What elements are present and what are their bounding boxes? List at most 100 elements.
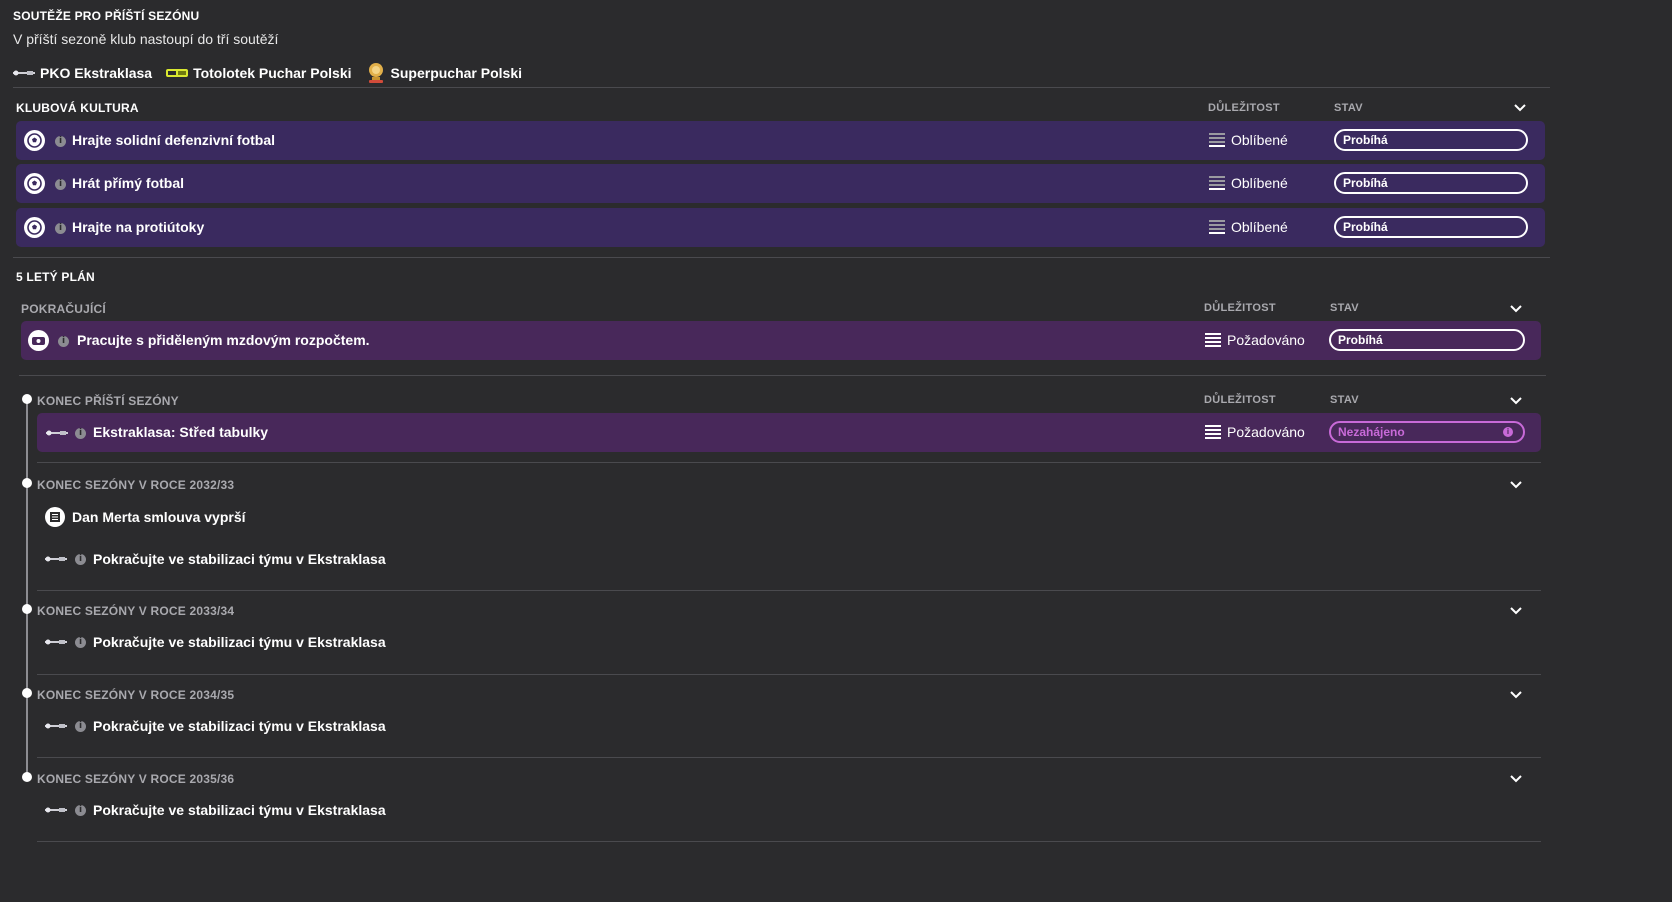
info-icon[interactable]: i — [75, 636, 86, 648]
competition-name: Superpuchar Polski — [390, 65, 522, 81]
ekstraklasa-logo-icon — [45, 556, 67, 562]
status-badge: Probíhá — [1334, 129, 1528, 151]
wage-budget-icon — [28, 330, 49, 351]
next-season-col-importance: DŮLEŽITOST — [1204, 394, 1276, 406]
culture-col-importance: DŮLEŽITOST — [1208, 102, 1280, 114]
culture-row-label: Hrát přímý fotbal — [72, 175, 185, 191]
competition-puchar-polski[interactable]: Totolotek Puchar Polski — [166, 65, 352, 81]
info-icon[interactable]: i — [55, 223, 66, 234]
importance: Požadováno — [1205, 424, 1305, 440]
section-divider — [13, 87, 1550, 88]
competition-ekstraklasa[interactable]: PKO Ekstraklasa — [13, 65, 152, 81]
importance: Požadováno — [1205, 332, 1305, 348]
chevron-down-icon[interactable] — [1508, 476, 1524, 492]
status-badge: Probíhá — [1334, 216, 1528, 238]
timeline-dot — [22, 772, 32, 782]
competitions-subtitle: V příští sezoně klub nastoupí do tří sou… — [13, 31, 279, 47]
ongoing-col-importance: DŮLEŽITOST — [1204, 302, 1276, 314]
importance: Oblíbené — [1209, 132, 1288, 148]
contract-icon — [45, 507, 65, 527]
culture-row-label: Hrajte na protiútoky — [72, 219, 205, 235]
importance-label: Oblíbené — [1231, 132, 1288, 148]
chevron-down-icon[interactable] — [1512, 99, 1528, 115]
section-divider — [37, 462, 1541, 463]
timeline-line — [26, 399, 28, 777]
timeline-dot — [22, 478, 32, 488]
status-badge: Nezahájeno i — [1329, 421, 1525, 443]
section-divider — [37, 674, 1541, 675]
next-season-row-label: Ekstraklasa: Střed tabulky — [93, 424, 269, 440]
importance-bars-icon — [1209, 132, 1225, 148]
season-2034-title: KONEC SEZÓNY V ROCE 2033/34 — [37, 604, 235, 618]
ongoing-title: POKRAČUJÍCÍ — [21, 302, 106, 316]
section-divider — [19, 375, 1546, 376]
importance: Oblíbené — [1209, 219, 1288, 235]
importance-bars-icon — [1209, 219, 1225, 235]
plan-item[interactable]: i Pokračujte ve stabilizaci týmu v Ekstr… — [45, 551, 386, 567]
ekstraklasa-logo-icon — [45, 639, 67, 645]
puchar-polski-logo-icon — [166, 69, 189, 77]
status-badge: Probíhá — [1329, 329, 1525, 351]
plan-item[interactable]: Dan Merta smlouva vyprší — [45, 507, 246, 527]
chevron-down-icon[interactable] — [1508, 392, 1524, 408]
next-season-col-status: STAV — [1330, 394, 1359, 406]
plan-item-label: Dan Merta smlouva vyprší — [72, 509, 246, 525]
football-icon — [24, 217, 45, 238]
importance-label: Požadováno — [1227, 424, 1305, 440]
competition-name: PKO Ekstraklasa — [40, 65, 153, 81]
info-icon[interactable]: i — [58, 336, 69, 347]
info-icon[interactable]: i — [75, 428, 86, 439]
importance-bars-icon — [1205, 424, 1221, 440]
chevron-down-icon[interactable] — [1508, 602, 1524, 618]
football-icon — [24, 130, 45, 151]
info-icon[interactable]: i — [75, 553, 86, 565]
culture-row[interactable]: i Hrát přímý fotbal Oblíbené Probíhá — [16, 164, 1545, 203]
competitions-list: PKO Ekstraklasa Totolotek Puchar Polski … — [13, 62, 522, 84]
importance-label: Oblíbené — [1231, 219, 1288, 235]
plan-item[interactable]: i Pokračujte ve stabilizaci týmu v Ekstr… — [45, 634, 386, 650]
culture-row-label: Hrajte solidní defenzivní fotbal — [72, 132, 276, 148]
ongoing-row-label: Pracujte s přiděleným mzdovým rozpočtem. — [77, 332, 370, 348]
culture-row[interactable]: i Hrajte solidní defenzivní fotbal Oblíb… — [16, 121, 1545, 160]
timeline-dot — [22, 604, 32, 614]
plan-item-label: Pokračujte ve stabilizaci týmu v Ekstrak… — [93, 802, 386, 818]
plan-item[interactable]: i Pokračujte ve stabilizaci týmu v Ekstr… — [45, 718, 386, 734]
section-divider — [13, 257, 1550, 258]
section-divider — [37, 590, 1541, 591]
season-2035-title: KONEC SEZÓNY V ROCE 2034/35 — [37, 688, 235, 702]
culture-col-status: STAV — [1334, 102, 1363, 114]
plan-item-label: Pokračujte ve stabilizaci týmu v Ekstrak… — [93, 551, 386, 567]
info-icon[interactable]: i — [55, 136, 66, 147]
superpuchar-trophy-icon — [368, 63, 383, 83]
competition-superpuchar[interactable]: Superpuchar Polski — [366, 62, 522, 84]
info-icon[interactable]: i — [55, 179, 66, 190]
section-divider — [37, 757, 1541, 758]
plan-item[interactable]: i Pokračujte ve stabilizaci týmu v Ekstr… — [45, 802, 386, 818]
plan-item-label: Pokračujte ve stabilizaci týmu v Ekstrak… — [93, 634, 386, 650]
ekstraklasa-logo-icon — [46, 430, 68, 436]
info-icon[interactable]: i — [75, 804, 86, 816]
plan-item-label: Pokračujte ve stabilizaci týmu v Ekstrak… — [93, 718, 386, 734]
competition-name: Totolotek Puchar Polski — [193, 65, 352, 81]
chevron-down-icon[interactable] — [1508, 300, 1524, 316]
culture-row[interactable]: i Hrajte na protiútoky Oblíbené Probíhá — [16, 208, 1545, 247]
plan-title: 5 LETÝ PLÁN — [16, 270, 95, 284]
ekstraklasa-logo-icon — [45, 723, 67, 729]
next-season-title: KONEC PŘÍŠTÍ SEZÓNY — [37, 394, 179, 408]
status-badge: Probíhá — [1334, 172, 1528, 194]
chevron-down-icon[interactable] — [1508, 770, 1524, 786]
next-season-row[interactable]: i Ekstraklasa: Střed tabulky Požadováno … — [37, 413, 1541, 452]
culture-title: KLUBOVÁ KULTURA — [16, 101, 139, 115]
ongoing-row[interactable]: i Pracujte s přiděleným mzdovým rozpočte… — [21, 321, 1541, 360]
importance-label: Požadováno — [1227, 332, 1305, 348]
section-divider — [37, 841, 1541, 842]
ekstraklasa-logo-icon — [45, 807, 67, 813]
status-info-icon[interactable]: i — [1503, 427, 1513, 437]
season-2036-title: KONEC SEZÓNY V ROCE 2035/36 — [37, 772, 235, 786]
importance: Oblíbené — [1209, 175, 1288, 191]
timeline-dot — [22, 394, 32, 404]
info-icon[interactable]: i — [75, 720, 86, 732]
timeline-dot — [22, 688, 32, 698]
chevron-down-icon[interactable] — [1508, 686, 1524, 702]
ongoing-col-status: STAV — [1330, 302, 1359, 314]
